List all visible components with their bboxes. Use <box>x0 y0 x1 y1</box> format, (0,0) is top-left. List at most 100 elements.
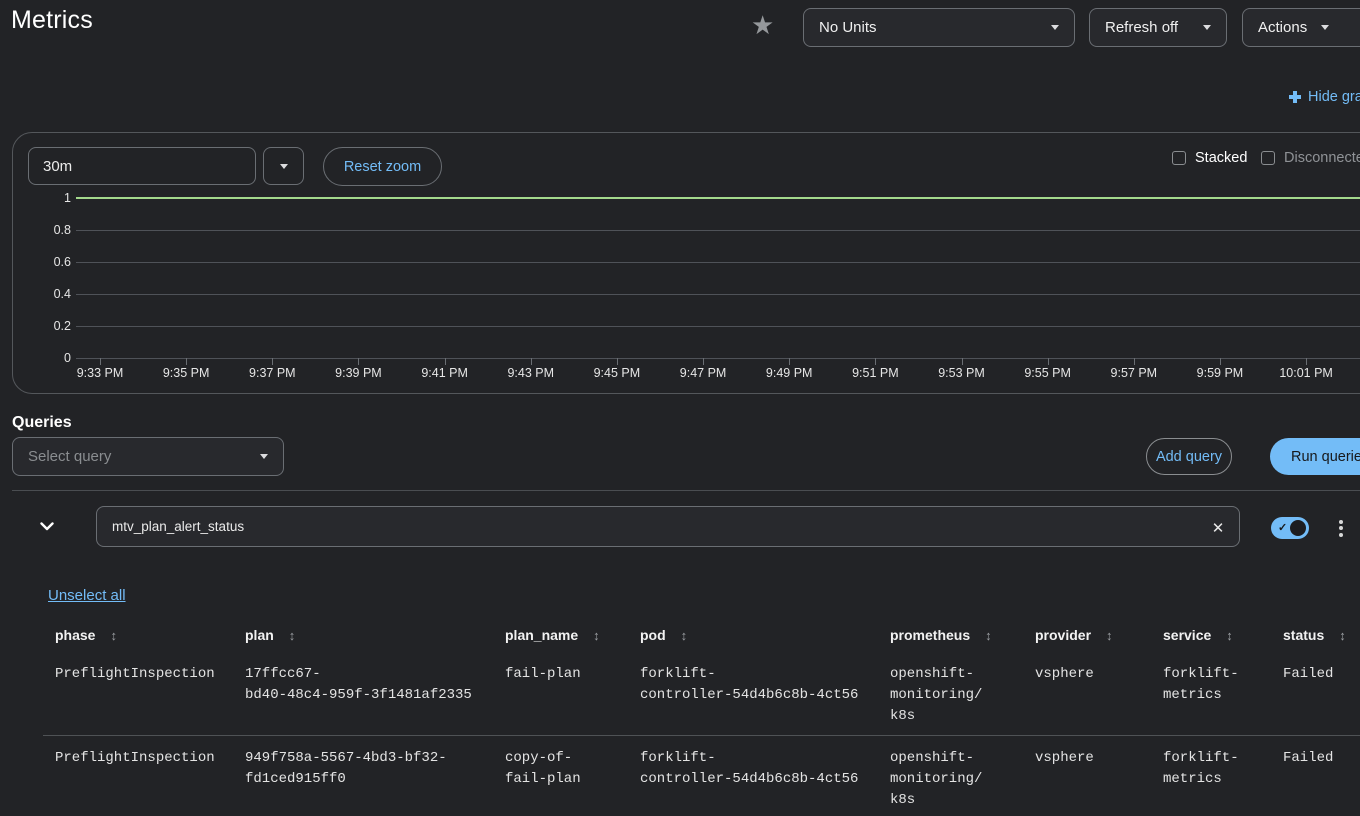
run-queries-button[interactable]: Run queries <box>1270 438 1360 475</box>
table-cell: forklift- metrics <box>1151 736 1271 816</box>
x-axis-label: 9:47 PM <box>660 366 746 380</box>
x-axis-label: 9:59 PM <box>1177 366 1263 380</box>
table-cell: Failed <box>1271 652 1360 735</box>
column-header-pod[interactable]: pod ↕ <box>628 621 878 652</box>
chart-plot[interactable]: 1 0.8 0.6 0.4 0.2 09:33 PM9:35 PM9:37 PM9:39 … <box>13 133 1360 393</box>
x-axis-label: 9:33 PM <box>57 366 143 380</box>
y-axis-label: 1 <box>13 190 71 206</box>
y-axis-label: 0.8 <box>13 222 71 238</box>
x-axis-label: 9:37 PM <box>229 366 315 380</box>
clear-query-button[interactable]: ✕ <box>1205 515 1231 541</box>
metrics-table: phase↕plan↕plan_name↕pod↕prometheus↕prov… <box>43 621 1360 816</box>
column-header-label: phase <box>55 627 95 643</box>
table-cell: openshift- monitoring/ k8s <box>878 736 1023 816</box>
table-row: PreflightInspection17ffcc67- bd40-48c4-9… <box>43 652 1360 736</box>
caret-down-icon <box>1051 25 1059 30</box>
x-axis-tick <box>617 358 618 365</box>
table-cell: 949f758a-5567-4bd3-bf32- fd1ced915ff0 <box>233 736 493 816</box>
column-header-status[interactable]: status ↕ <box>1271 621 1360 652</box>
column-header-label: plan_name <box>505 627 578 643</box>
column-header-label: plan <box>245 627 274 643</box>
gridline <box>76 230 1360 231</box>
sort-icon[interactable]: ↕ <box>681 628 688 643</box>
chevron-down-icon <box>40 522 54 531</box>
x-axis-label: 9:53 PM <box>919 366 1005 380</box>
table-cell: PreflightInspection <box>43 652 233 735</box>
sort-icon[interactable]: ↕ <box>985 628 992 643</box>
x-axis-label: 9:55 PM <box>1005 366 1091 380</box>
gridline <box>76 294 1360 295</box>
caret-down-icon <box>260 454 268 459</box>
column-header-plan[interactable]: plan ↕ <box>233 621 493 652</box>
sort-icon[interactable]: ↕ <box>1339 628 1346 643</box>
x-axis-tick <box>875 358 876 365</box>
sort-icon[interactable]: ↕ <box>110 628 117 643</box>
x-axis-label: 9:43 PM <box>488 366 574 380</box>
compress-icon <box>1288 90 1302 104</box>
y-axis-label: 0.6 <box>13 254 71 270</box>
column-header-label: provider <box>1035 627 1091 643</box>
table-cell: PreflightInspection <box>43 736 233 816</box>
query-enabled-switch[interactable]: ✓ <box>1271 517 1309 539</box>
x-axis-label: 9:45 PM <box>574 366 660 380</box>
x-axis-tick <box>703 358 704 365</box>
query-select[interactable]: Select query <box>12 437 284 476</box>
favorite-star-icon[interactable]: ★ <box>751 10 774 40</box>
column-header-label: status <box>1283 627 1324 643</box>
query-expression-input[interactable] <box>97 507 1239 546</box>
sort-icon[interactable]: ↕ <box>593 628 600 643</box>
units-select-value: No Units <box>819 19 877 36</box>
refresh-interval-select[interactable]: Refresh off <box>1089 8 1227 47</box>
table-cell: forklift- metrics <box>1151 652 1271 735</box>
column-header-service[interactable]: service ↕ <box>1151 621 1271 652</box>
y-axis-label: 0.4 <box>13 286 71 302</box>
kebab-menu-button[interactable] <box>1333 513 1349 543</box>
column-header-label: pod <box>640 627 666 643</box>
x-axis-tick <box>962 358 963 365</box>
sort-icon[interactable]: ↕ <box>1226 628 1233 643</box>
actions-menu-button[interactable]: Actions <box>1242 8 1360 47</box>
hide-graph-link[interactable]: Hide graph <box>1288 89 1360 105</box>
page-title: Metrics <box>11 6 93 35</box>
queries-heading: Queries <box>12 414 72 432</box>
x-axis-tick <box>272 358 273 365</box>
column-header-plan_name[interactable]: plan_name ↕ <box>493 621 628 652</box>
sort-icon[interactable]: ↕ <box>1106 628 1113 643</box>
x-axis-label: 10:01 PM <box>1263 366 1349 380</box>
x-axis-label: 9:39 PM <box>315 366 401 380</box>
x-axis-tick <box>358 358 359 365</box>
kebab-icon <box>1333 520 1349 537</box>
unselect-all-link[interactable]: Unselect all <box>48 587 126 604</box>
x-axis-tick <box>789 358 790 365</box>
table-cell: openshift- monitoring/ k8s <box>878 652 1023 735</box>
actions-menu-label: Actions <box>1258 19 1307 36</box>
sort-icon[interactable]: ↕ <box>289 628 296 643</box>
table-cell: 17ffcc67- bd40-48c4-959f-3f1481af2335 <box>233 652 493 735</box>
column-header-phase[interactable]: phase ↕ <box>43 621 233 652</box>
x-axis-tick <box>1220 358 1221 365</box>
table-header-row: phase↕plan↕plan_name↕pod↕prometheus↕prov… <box>43 621 1360 652</box>
units-select[interactable]: No Units <box>803 8 1075 47</box>
series-line <box>76 197 1360 199</box>
column-header-provider[interactable]: provider ↕ <box>1023 621 1151 652</box>
x-axis-tick <box>531 358 532 365</box>
graph-card: Reset zoom Stacked Disconnected 10.80.60… <box>12 132 1360 394</box>
table-cell: vsphere <box>1023 736 1151 816</box>
add-query-button[interactable]: Add query <box>1146 438 1232 475</box>
x-axis-label: 9:51 PM <box>832 366 918 380</box>
column-header-label: prometheus <box>890 627 970 643</box>
y-axis-label: 0.2 <box>13 318 71 334</box>
x-axis-tick <box>186 358 187 365</box>
x-axis-label: 9:41 PM <box>402 366 488 380</box>
column-header-label: service <box>1163 627 1211 643</box>
table-row: PreflightInspection949f758a-5567-4bd3-bf… <box>43 736 1360 816</box>
x-axis-tick <box>100 358 101 365</box>
column-header-prometheus[interactable]: prometheus ↕ <box>878 621 1023 652</box>
table-cell: forklift- controller-54d4b6c8b-4ct56 <box>628 736 878 816</box>
x-axis-tick <box>445 358 446 365</box>
x-axis-label: 9:35 PM <box>143 366 229 380</box>
y-axis-label: 0 <box>13 350 71 366</box>
x-axis-tick <box>1048 358 1049 365</box>
query-expand-toggle[interactable] <box>34 513 60 539</box>
clear-icon: ✕ <box>1212 520 1225 537</box>
